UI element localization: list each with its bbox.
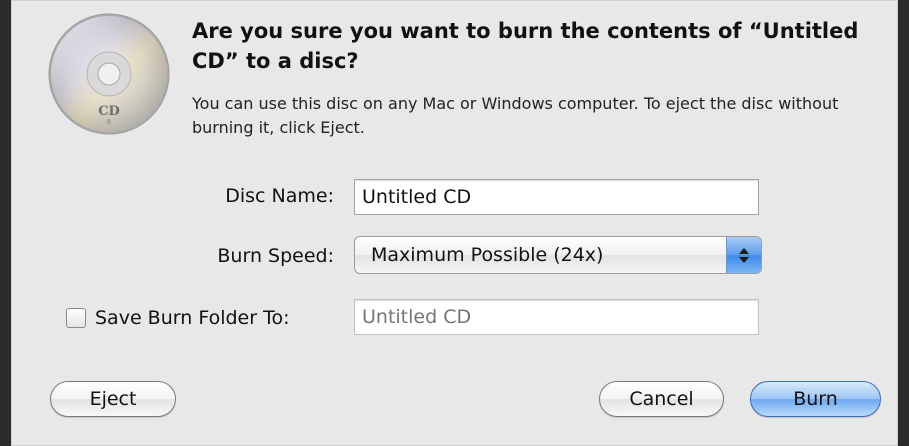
cancel-button[interactable]: Cancel xyxy=(599,381,724,417)
cd-icon-label: CD xyxy=(98,104,120,119)
dialog-title: Are you sure you want to burn the conten… xyxy=(192,19,859,73)
burn-speed-label: Burn Speed: xyxy=(217,245,334,267)
disc-name-field[interactable] xyxy=(354,179,759,215)
burn-speed-value: Maximum Possible (24x) xyxy=(371,244,604,266)
cd-icon-sublabel: R xyxy=(107,119,111,126)
disc-name-label: Disc Name: xyxy=(225,185,334,207)
save-burn-folder-label[interactable]: Save Burn Folder To: xyxy=(95,307,334,329)
eject-button[interactable]: Eject xyxy=(50,381,176,417)
cd-disc-icon: CD R xyxy=(48,13,170,135)
dialog-message: You can use this disc on any Mac or Wind… xyxy=(192,94,839,137)
save-burn-folder-checkbox[interactable] xyxy=(66,308,86,328)
save-burn-folder-field xyxy=(354,299,759,335)
burn-disc-dialog: CD R Are you sure you want to burn the c… xyxy=(11,0,898,446)
burn-button[interactable]: Burn xyxy=(750,381,881,417)
burn-speed-popup[interactable]: Maximum Possible (24x) xyxy=(354,236,762,274)
popup-arrows-icon xyxy=(726,237,761,273)
